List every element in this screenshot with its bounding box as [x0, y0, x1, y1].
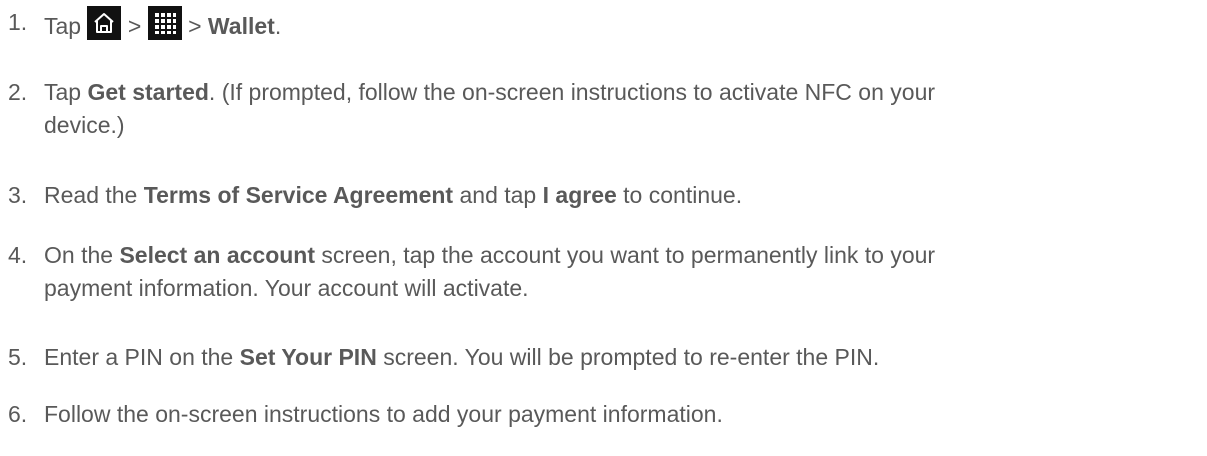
i-agree-label: I agree [542, 182, 617, 208]
step-text: . (If prompted, follow the on-screen ins… [208, 79, 936, 105]
terms-label: Terms of Service Agreement [143, 182, 454, 208]
separator: > [188, 13, 202, 39]
step-text: to continue. [623, 182, 743, 208]
step-6: 6. Follow the on-screen instructions to … [8, 398, 1198, 431]
step-number: 4. [8, 242, 28, 268]
step-3: 3. Read the Terms of Service Agreement a… [8, 179, 1198, 212]
step-4: 4. On the Select an account screen, tap … [8, 239, 1198, 305]
step-number: 3. [8, 182, 28, 208]
step-number: 2. [8, 79, 28, 105]
step-text: screen. You will be prompted to re-enter… [383, 344, 880, 370]
step-number: 5. [8, 344, 28, 370]
wallet-label: Wallet [207, 13, 275, 39]
step-text: Read the [44, 182, 138, 208]
select-account-label: Select an account [119, 242, 316, 268]
apps-grid-icon [147, 6, 182, 40]
page: { "steps": [ { "number": "1.", "tap": "T… [0, 0, 1207, 456]
step-1: 1. Tap > > Wallet. [8, 6, 1198, 43]
step-text: payment information. Your account will a… [44, 275, 529, 301]
set-pin-label: Set Your PIN [239, 344, 377, 370]
step-text: device.) [44, 112, 125, 138]
step-text: and tap [459, 182, 537, 208]
step-text: Enter a PIN on the [44, 344, 234, 370]
step-number: 6. [8, 401, 28, 427]
home-icon [87, 6, 122, 40]
step-5: 5. Enter a PIN on the Set Your PIN scree… [8, 341, 1198, 374]
step-2: 2. Tap Get started. (If prompted, follow… [8, 76, 1198, 142]
get-started-label: Get started [87, 79, 209, 105]
step-text: On the [44, 242, 114, 268]
step-text: Tap [44, 79, 82, 105]
step-number: 1. [8, 9, 28, 35]
step-text: screen, tap the account you want to perm… [321, 242, 936, 268]
step-text: Tap [44, 13, 82, 39]
step-text: . [274, 13, 282, 39]
separator: > [127, 13, 142, 39]
step-text: Follow the on-screen instructions to add… [44, 401, 723, 427]
